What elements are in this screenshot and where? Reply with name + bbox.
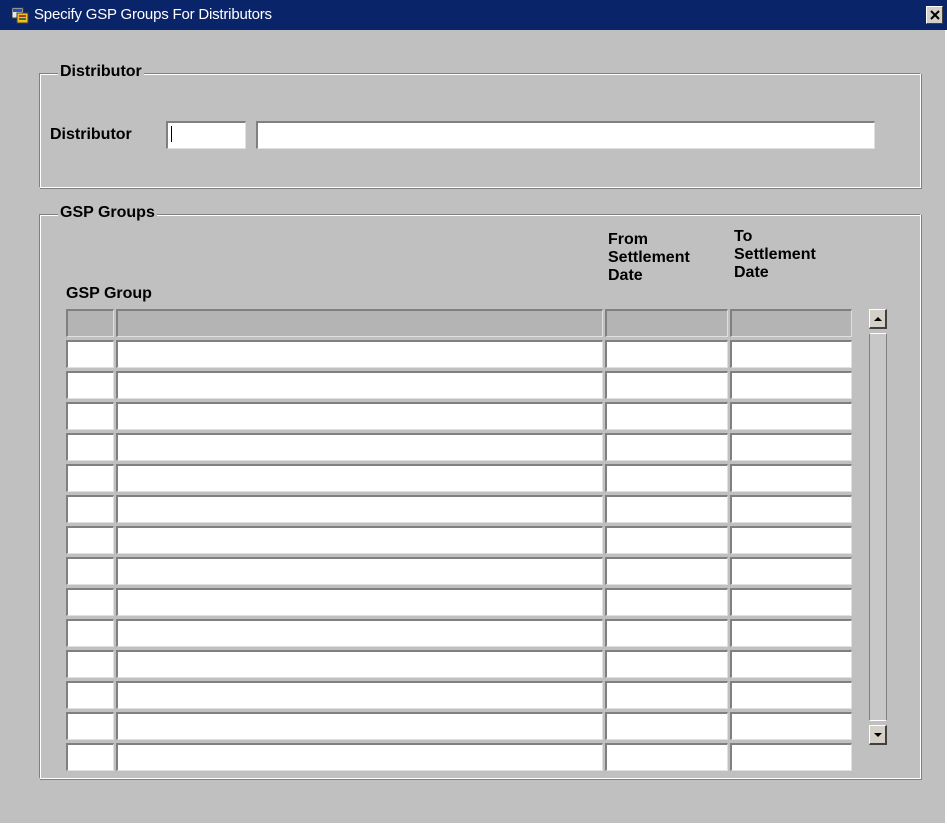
gsp-group-field[interactable] — [116, 557, 603, 585]
form-window: Specify GSP Groups For Distributors Dist… — [0, 0, 947, 825]
distributor-label: Distributor — [50, 126, 132, 143]
grid-header-from-date-field — [605, 309, 728, 337]
gsp-group-field[interactable] — [116, 681, 603, 709]
to-date-field[interactable] — [730, 402, 852, 430]
gsp-group-field[interactable] — [116, 433, 603, 461]
distributor-name-field[interactable] — [256, 121, 875, 149]
to-date-field[interactable] — [730, 743, 852, 771]
scroll-track[interactable] — [869, 333, 887, 721]
scroll-down-button[interactable] — [869, 725, 887, 745]
from-date-field[interactable] — [605, 712, 728, 740]
to-date-field[interactable] — [730, 433, 852, 461]
gsp-groups-legend: GSP Groups — [58, 204, 157, 222]
record-indicator[interactable] — [66, 588, 114, 616]
record-indicator[interactable] — [66, 402, 114, 430]
to-date-field[interactable] — [730, 650, 852, 678]
from-date-field[interactable] — [605, 402, 728, 430]
oracle-forms-icon — [11, 7, 29, 24]
from-date-field[interactable] — [605, 464, 728, 492]
text-cursor — [171, 126, 172, 142]
to-date-field[interactable] — [730, 526, 852, 554]
from-date-field[interactable] — [605, 526, 728, 554]
gsp-group-field[interactable] — [116, 464, 603, 492]
to-date-field[interactable] — [730, 588, 852, 616]
gsp-group-field[interactable] — [116, 402, 603, 430]
title-bar: Specify GSP Groups For Distributors — [0, 0, 947, 30]
col-header-from-settlement-date: From Settlement Date — [608, 231, 690, 284]
col-header-to-settlement-date: To Settlement Date — [734, 228, 816, 281]
to-date-field[interactable] — [730, 464, 852, 492]
arrow-up-icon — [874, 317, 882, 321]
to-date-field[interactable] — [730, 340, 852, 368]
gsp-group-field[interactable] — [116, 650, 603, 678]
from-date-field[interactable] — [605, 650, 728, 678]
to-date-field[interactable] — [730, 712, 852, 740]
distributor-code-field[interactable] — [166, 121, 246, 149]
record-indicator[interactable] — [66, 371, 114, 399]
record-indicator[interactable] — [66, 619, 114, 647]
gsp-group-field[interactable] — [116, 588, 603, 616]
to-date-field[interactable] — [730, 619, 852, 647]
from-date-field[interactable] — [605, 371, 728, 399]
record-indicator[interactable] — [66, 464, 114, 492]
grid-header-to-date-field — [730, 309, 852, 337]
gsp-group-field[interactable] — [116, 526, 603, 554]
col-header-gsp-group: GSP Group — [66, 285, 152, 302]
to-date-field[interactable] — [730, 681, 852, 709]
distributor-legend: Distributor — [58, 63, 144, 81]
from-date-field[interactable] — [605, 681, 728, 709]
to-date-field[interactable] — [730, 495, 852, 523]
record-indicator[interactable] — [66, 557, 114, 585]
from-date-field[interactable] — [605, 743, 728, 771]
gsp-group-field[interactable] — [116, 371, 603, 399]
from-date-field[interactable] — [605, 433, 728, 461]
grid-header-gsp-group-field — [116, 309, 603, 337]
record-indicator[interactable] — [66, 340, 114, 368]
record-indicator[interactable] — [66, 681, 114, 709]
from-date-field[interactable] — [605, 340, 728, 368]
window-title: Specify GSP Groups For Distributors — [34, 6, 272, 23]
gsp-group-field[interactable] — [116, 619, 603, 647]
close-icon — [930, 10, 940, 20]
to-date-field[interactable] — [730, 371, 852, 399]
from-date-field[interactable] — [605, 557, 728, 585]
gsp-group-field[interactable] — [116, 712, 603, 740]
to-date-field[interactable] — [730, 557, 852, 585]
record-indicator[interactable] — [66, 650, 114, 678]
record-indicator[interactable] — [66, 743, 114, 771]
arrow-down-icon — [874, 733, 882, 737]
from-date-field[interactable] — [605, 495, 728, 523]
grid-header-record-indicator — [66, 309, 114, 337]
record-indicator[interactable] — [66, 433, 114, 461]
scroll-up-button[interactable] — [869, 309, 887, 329]
gsp-group-field[interactable] — [116, 743, 603, 771]
from-date-field[interactable] — [605, 588, 728, 616]
vertical-scrollbar[interactable] — [867, 309, 889, 750]
gsp-group-field[interactable] — [116, 340, 603, 368]
from-date-field[interactable] — [605, 619, 728, 647]
record-indicator[interactable] — [66, 712, 114, 740]
record-indicator[interactable] — [66, 526, 114, 554]
gsp-group-field[interactable] — [116, 495, 603, 523]
record-indicator[interactable] — [66, 495, 114, 523]
close-button[interactable] — [926, 6, 943, 24]
